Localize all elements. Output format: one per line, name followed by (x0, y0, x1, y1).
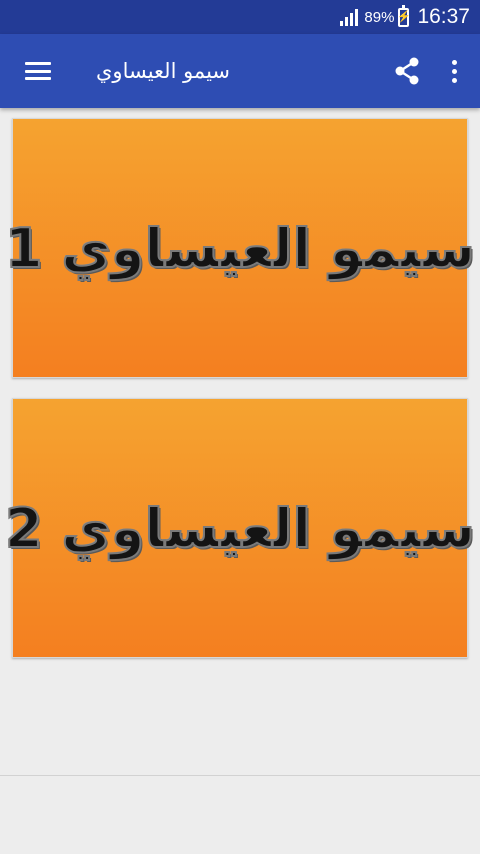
card-label: سيمو العيساوي 2 (4, 496, 476, 561)
card-item-1[interactable]: سيمو العيساوي 1 (4, 118, 476, 378)
status-time: 16:37 (417, 5, 470, 28)
battery-percent: 89% (364, 8, 395, 26)
card-item-2[interactable]: سيمو العيساوي 2 (4, 398, 476, 658)
app-title: سيمو العيساوي (96, 59, 231, 83)
menu-button[interactable] (0, 34, 76, 108)
overflow-menu-button[interactable] (432, 34, 476, 108)
signal-icon (340, 8, 359, 26)
menu-icon (25, 62, 51, 80)
more-vert-icon (451, 59, 457, 83)
battery-charging-icon: ⚡ (397, 4, 411, 27)
status-bar: 89% ⚡ 16:37 (0, 0, 480, 34)
app-bar: سيمو العيساوي (0, 34, 480, 108)
footer-divider (0, 775, 480, 776)
share-button[interactable] (382, 34, 432, 108)
card-label: سيمو العيساوي 1 (4, 216, 476, 281)
share-icon (395, 57, 419, 85)
